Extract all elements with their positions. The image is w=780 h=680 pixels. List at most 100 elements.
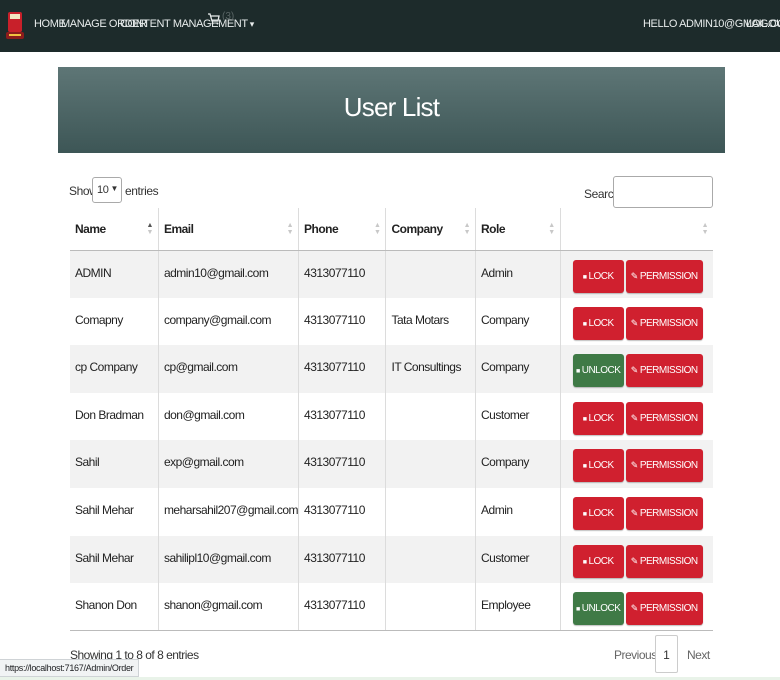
cell-email: meharsahil207@gmail.com: [157, 487, 299, 536]
permission-button[interactable]: ✎ PERMISSION: [625, 449, 703, 483]
cell-actions: ■ LOCK ✎ PERMISSION: [559, 487, 713, 536]
table-header-row: Name ▲ ▼ Email ▲ ▼ Phone ▲ ▼ Company ▲ ▼ Role ▲ ▼ …: [70, 208, 713, 251]
cell-role: Admin: [475, 487, 561, 536]
cell-name: ADMIN: [70, 250, 159, 298]
edit-icon: ✎: [630, 460, 639, 471]
permission-button[interactable]: ✎ PERMISSION: [625, 354, 703, 388]
pagination-page-1[interactable]: 1: [655, 635, 678, 673]
logout-link[interactable]: LOGOUT: [746, 18, 780, 30]
cell-company: [385, 440, 476, 488]
lock-icon: ■: [582, 273, 587, 281]
column-header-email[interactable]: Email ▲ ▼: [157, 208, 299, 251]
lock-button-label: UNLOCK: [581, 365, 621, 377]
column-header-name-label: Name: [75, 221, 106, 236]
lock-button[interactable]: ■ LOCK: [572, 544, 624, 578]
edit-icon: ✎: [630, 365, 639, 376]
cart-count-badge[interactable]: (3): [222, 11, 234, 22]
cell-email: don@gmail.com: [157, 392, 299, 441]
cell-actions: ■ LOCK ✎ PERMISSION: [559, 250, 713, 298]
pagination-next[interactable]: Next: [687, 648, 710, 662]
cell-actions: ■ LOCK ✎ PERMISSION: [559, 440, 713, 488]
cell-company: [385, 392, 476, 441]
pagination-previous[interactable]: Previous: [614, 648, 657, 662]
table-row: Sahil Mehar meharsahil207@gmail.com 431307…: [70, 487, 713, 536]
column-header-phone[interactable]: Phone ▲ ▼: [298, 208, 386, 251]
column-header-company[interactable]: Company ▲ ▼: [385, 208, 476, 251]
lock-icon: ■: [582, 320, 587, 328]
lock-button-label: LOCK: [588, 460, 614, 472]
brand-logo-icon[interactable]: [5, 10, 25, 42]
cell-role: Customer: [475, 535, 561, 584]
cell-name: Don Bradman: [75, 407, 144, 422]
table-row: Don Bradman don@gmail.com 4313077110 Custom…: [70, 392, 713, 441]
column-header-phone-label: Phone: [304, 221, 339, 236]
browser-status-bar: https://localhost:7167/Admin/Order: [0, 659, 140, 677]
cell-role: Customer: [475, 392, 561, 441]
chevron-down-icon: ▼: [110, 184, 118, 193]
cell-email: admin10@gmail.com: [157, 250, 299, 298]
cell-company: [385, 487, 476, 536]
cell-email: exp@gmail.com: [157, 440, 299, 488]
lock-icon: ■: [582, 463, 587, 471]
lock-button[interactable]: ■ LOCK: [572, 449, 624, 483]
permission-button[interactable]: ✎ PERMISSION: [625, 544, 703, 578]
permission-button[interactable]: ✎ PERMISSION: [625, 401, 703, 435]
cell-email: shanon@gmail.com: [157, 583, 299, 632]
cell-role: Company: [475, 440, 561, 488]
sort-icon: ▲ ▼: [146, 222, 154, 236]
lock-button[interactable]: ■ LOCK: [572, 259, 624, 293]
permission-button[interactable]: ✎ PERMISSION: [625, 306, 703, 340]
column-header-name[interactable]: Name ▲ ▼: [70, 208, 159, 251]
cart-icon[interactable]: [207, 12, 221, 26]
cell-phone: 4313077110: [298, 345, 386, 393]
column-header-actions[interactable]: ▲ ▼: [559, 208, 713, 251]
cell-phone: 4313077110: [298, 535, 386, 584]
cell-phone: 4313077110: [298, 487, 386, 536]
cell-name: cp Company: [70, 345, 159, 393]
page-header-banner: User List: [58, 67, 725, 153]
entries-label: entries: [125, 184, 159, 198]
cell-name: Sahil Mehar: [70, 535, 159, 584]
lock-button-label: LOCK: [588, 270, 614, 282]
sort-icon: ▲ ▼: [701, 222, 709, 236]
lock-button[interactable]: ■ LOCK: [572, 306, 624, 340]
cell-role: Company: [475, 345, 561, 393]
cell-actions: ■ LOCK ✎ PERMISSION: [559, 535, 713, 584]
top-navbar: HOME MANAGE ORDER CONTENT MANAGEMENT (3)…: [0, 0, 780, 52]
cell-email: cp@gmail.com: [157, 345, 299, 393]
cell-email: sahilipl10@gmail.com: [157, 535, 299, 584]
column-header-company-label: Company: [391, 221, 443, 236]
permission-button-label: PERMISSION: [639, 365, 698, 377]
lock-button-label: LOCK: [588, 507, 614, 519]
unlock-button[interactable]: ■ UNLOCK: [572, 592, 624, 626]
page-title: User List: [343, 92, 440, 122]
search-input[interactable]: [613, 176, 713, 208]
cell-company: [385, 535, 476, 584]
edit-icon: ✎: [630, 507, 639, 518]
table-row: Sahil Mehar sahilipl10@gmail.com 431307711…: [70, 535, 713, 584]
cell-actions: ■ UNLOCK ✎ PERMISSION: [559, 583, 713, 632]
lock-button[interactable]: ■ LOCK: [572, 496, 624, 530]
permission-button-label: PERMISSION: [639, 270, 698, 282]
sort-icon: ▲ ▼: [463, 222, 471, 236]
lock-button-label: UNLOCK: [581, 603, 621, 615]
table-row: cp Company cp@gmail.com 4313077110 IT Consu…: [70, 345, 713, 393]
unlock-button[interactable]: ■ UNLOCK: [572, 354, 624, 388]
permission-button[interactable]: ✎ PERMISSION: [625, 592, 703, 626]
entries-per-page-value: 10: [97, 184, 109, 196]
lock-button[interactable]: ■ LOCK: [572, 401, 624, 435]
column-header-role[interactable]: Role ▲ ▼: [475, 208, 561, 251]
permission-button-label: PERMISSION: [639, 603, 698, 615]
cell-phone: 4313077110: [298, 297, 386, 346]
cell-company: [385, 250, 476, 298]
sort-icon: ▲ ▼: [374, 222, 381, 236]
permission-button[interactable]: ✎ PERMISSION: [625, 496, 703, 530]
cell-name: Sahil Mehar: [75, 502, 134, 517]
permission-button[interactable]: ✎ PERMISSION: [625, 259, 703, 293]
lock-button-label: LOCK: [588, 317, 614, 329]
entries-per-page-select[interactable]: 10 ▼: [92, 177, 122, 203]
user-table: Name ▲ ▼ Email ▲ ▼ Phone ▲ ▼ Company ▲ ▼ Role ▲ ▼ …: [70, 208, 713, 632]
cell-name: Comapny: [75, 312, 123, 327]
cell-email: company@gmail.com: [157, 297, 299, 346]
lock-icon: ■: [582, 510, 587, 518]
